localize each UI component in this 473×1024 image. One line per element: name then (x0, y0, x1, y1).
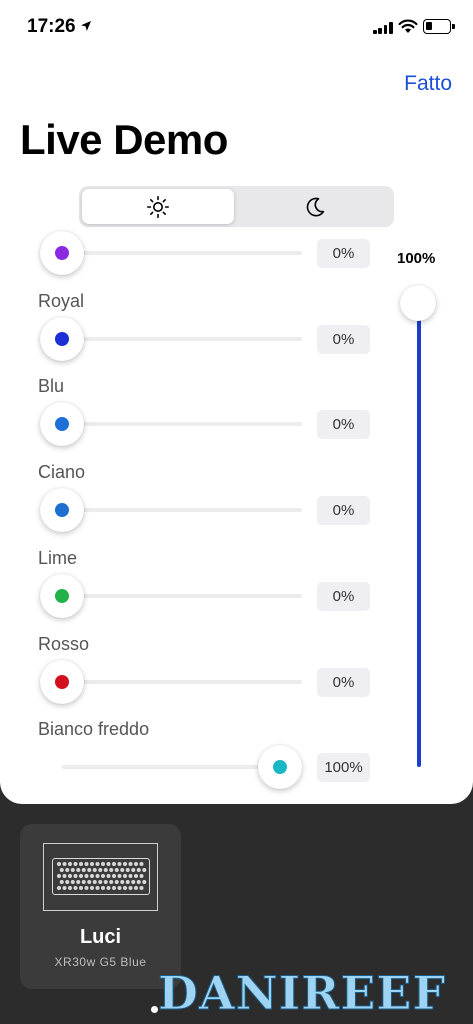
channel-slider-track[interactable] (62, 422, 302, 427)
watermark-text: DANIREEF (157, 966, 447, 1021)
channel-label: Rosso (38, 633, 90, 654)
light-fixture-image (43, 843, 158, 911)
channel-color-dot (273, 760, 287, 775)
danireef-watermark-logo: DANIREEF (157, 964, 464, 1021)
page-indicator-dot (151, 1006, 158, 1013)
channel-slider-handle[interactable] (40, 231, 84, 275)
channel-slider-track[interactable] (62, 336, 302, 341)
channel-slider-handle[interactable] (258, 745, 302, 790)
device-name: Luci (79, 926, 122, 948)
live-demo-sheet: 17:26 Fatto Live Demo 0% Royal 0% Blu 0%… (0, 0, 473, 804)
channel-value: 0% (317, 581, 370, 611)
channel-color-dot (55, 674, 69, 689)
page-title: Live Demo (20, 116, 228, 163)
tab-night[interactable] (239, 189, 391, 224)
channel-color-dot (55, 246, 69, 260)
battery-icon (423, 19, 455, 34)
device-card-lights[interactable]: Luci XR30w G5 Blue (20, 824, 181, 989)
sun-icon (146, 195, 170, 218)
channel-color-dot (55, 503, 69, 518)
channel-slider-track[interactable] (62, 508, 302, 513)
channel-label: Royal (38, 290, 85, 311)
channel-slider-handle[interactable] (40, 402, 84, 447)
led-grid-icon (57, 862, 147, 890)
channel-label: Ciano (38, 462, 86, 483)
wifi-icon (398, 19, 418, 33)
master-intensity-track[interactable] (417, 303, 421, 767)
day-night-segmented-control[interactable] (79, 186, 394, 227)
done-button[interactable]: Fatto (404, 72, 452, 96)
status-time: 17:26 (27, 16, 76, 37)
channel-slider-handle[interactable] (40, 316, 84, 361)
device-model: XR30w G5 Blue (54, 955, 147, 969)
led-array-image (52, 858, 150, 895)
tab-day[interactable] (82, 189, 234, 224)
master-intensity-handle[interactable] (400, 285, 436, 321)
channel-value: 100% (317, 753, 370, 783)
channel-value: 0% (317, 410, 370, 440)
channel-value: 0% (317, 496, 370, 526)
channel-value: 0% (317, 324, 370, 354)
channel-slider-handle[interactable] (40, 488, 84, 533)
moon-icon (306, 197, 325, 216)
channel-label: Blu (38, 376, 65, 397)
channel-value: 0% (317, 239, 370, 268)
status-bar: 17:26 (0, 0, 473, 56)
channel-slider-track[interactable] (62, 679, 302, 684)
channel-color-dot (55, 417, 69, 432)
channel-label: Bianco freddo (38, 719, 150, 740)
channel-value: 0% (317, 667, 370, 697)
channel-color-dot (55, 588, 69, 603)
channel-slider-track[interactable] (62, 251, 302, 255)
location-arrow-icon (81, 21, 91, 31)
channel-color-dot (55, 331, 69, 346)
channel-slider-handle[interactable] (40, 659, 84, 704)
channel-slider-handle[interactable] (40, 573, 84, 618)
cellular-signal-icon (373, 22, 393, 34)
master-intensity-value: 100% (397, 250, 436, 267)
channel-slider-track[interactable] (62, 593, 302, 598)
channel-label: Lime (38, 547, 78, 568)
